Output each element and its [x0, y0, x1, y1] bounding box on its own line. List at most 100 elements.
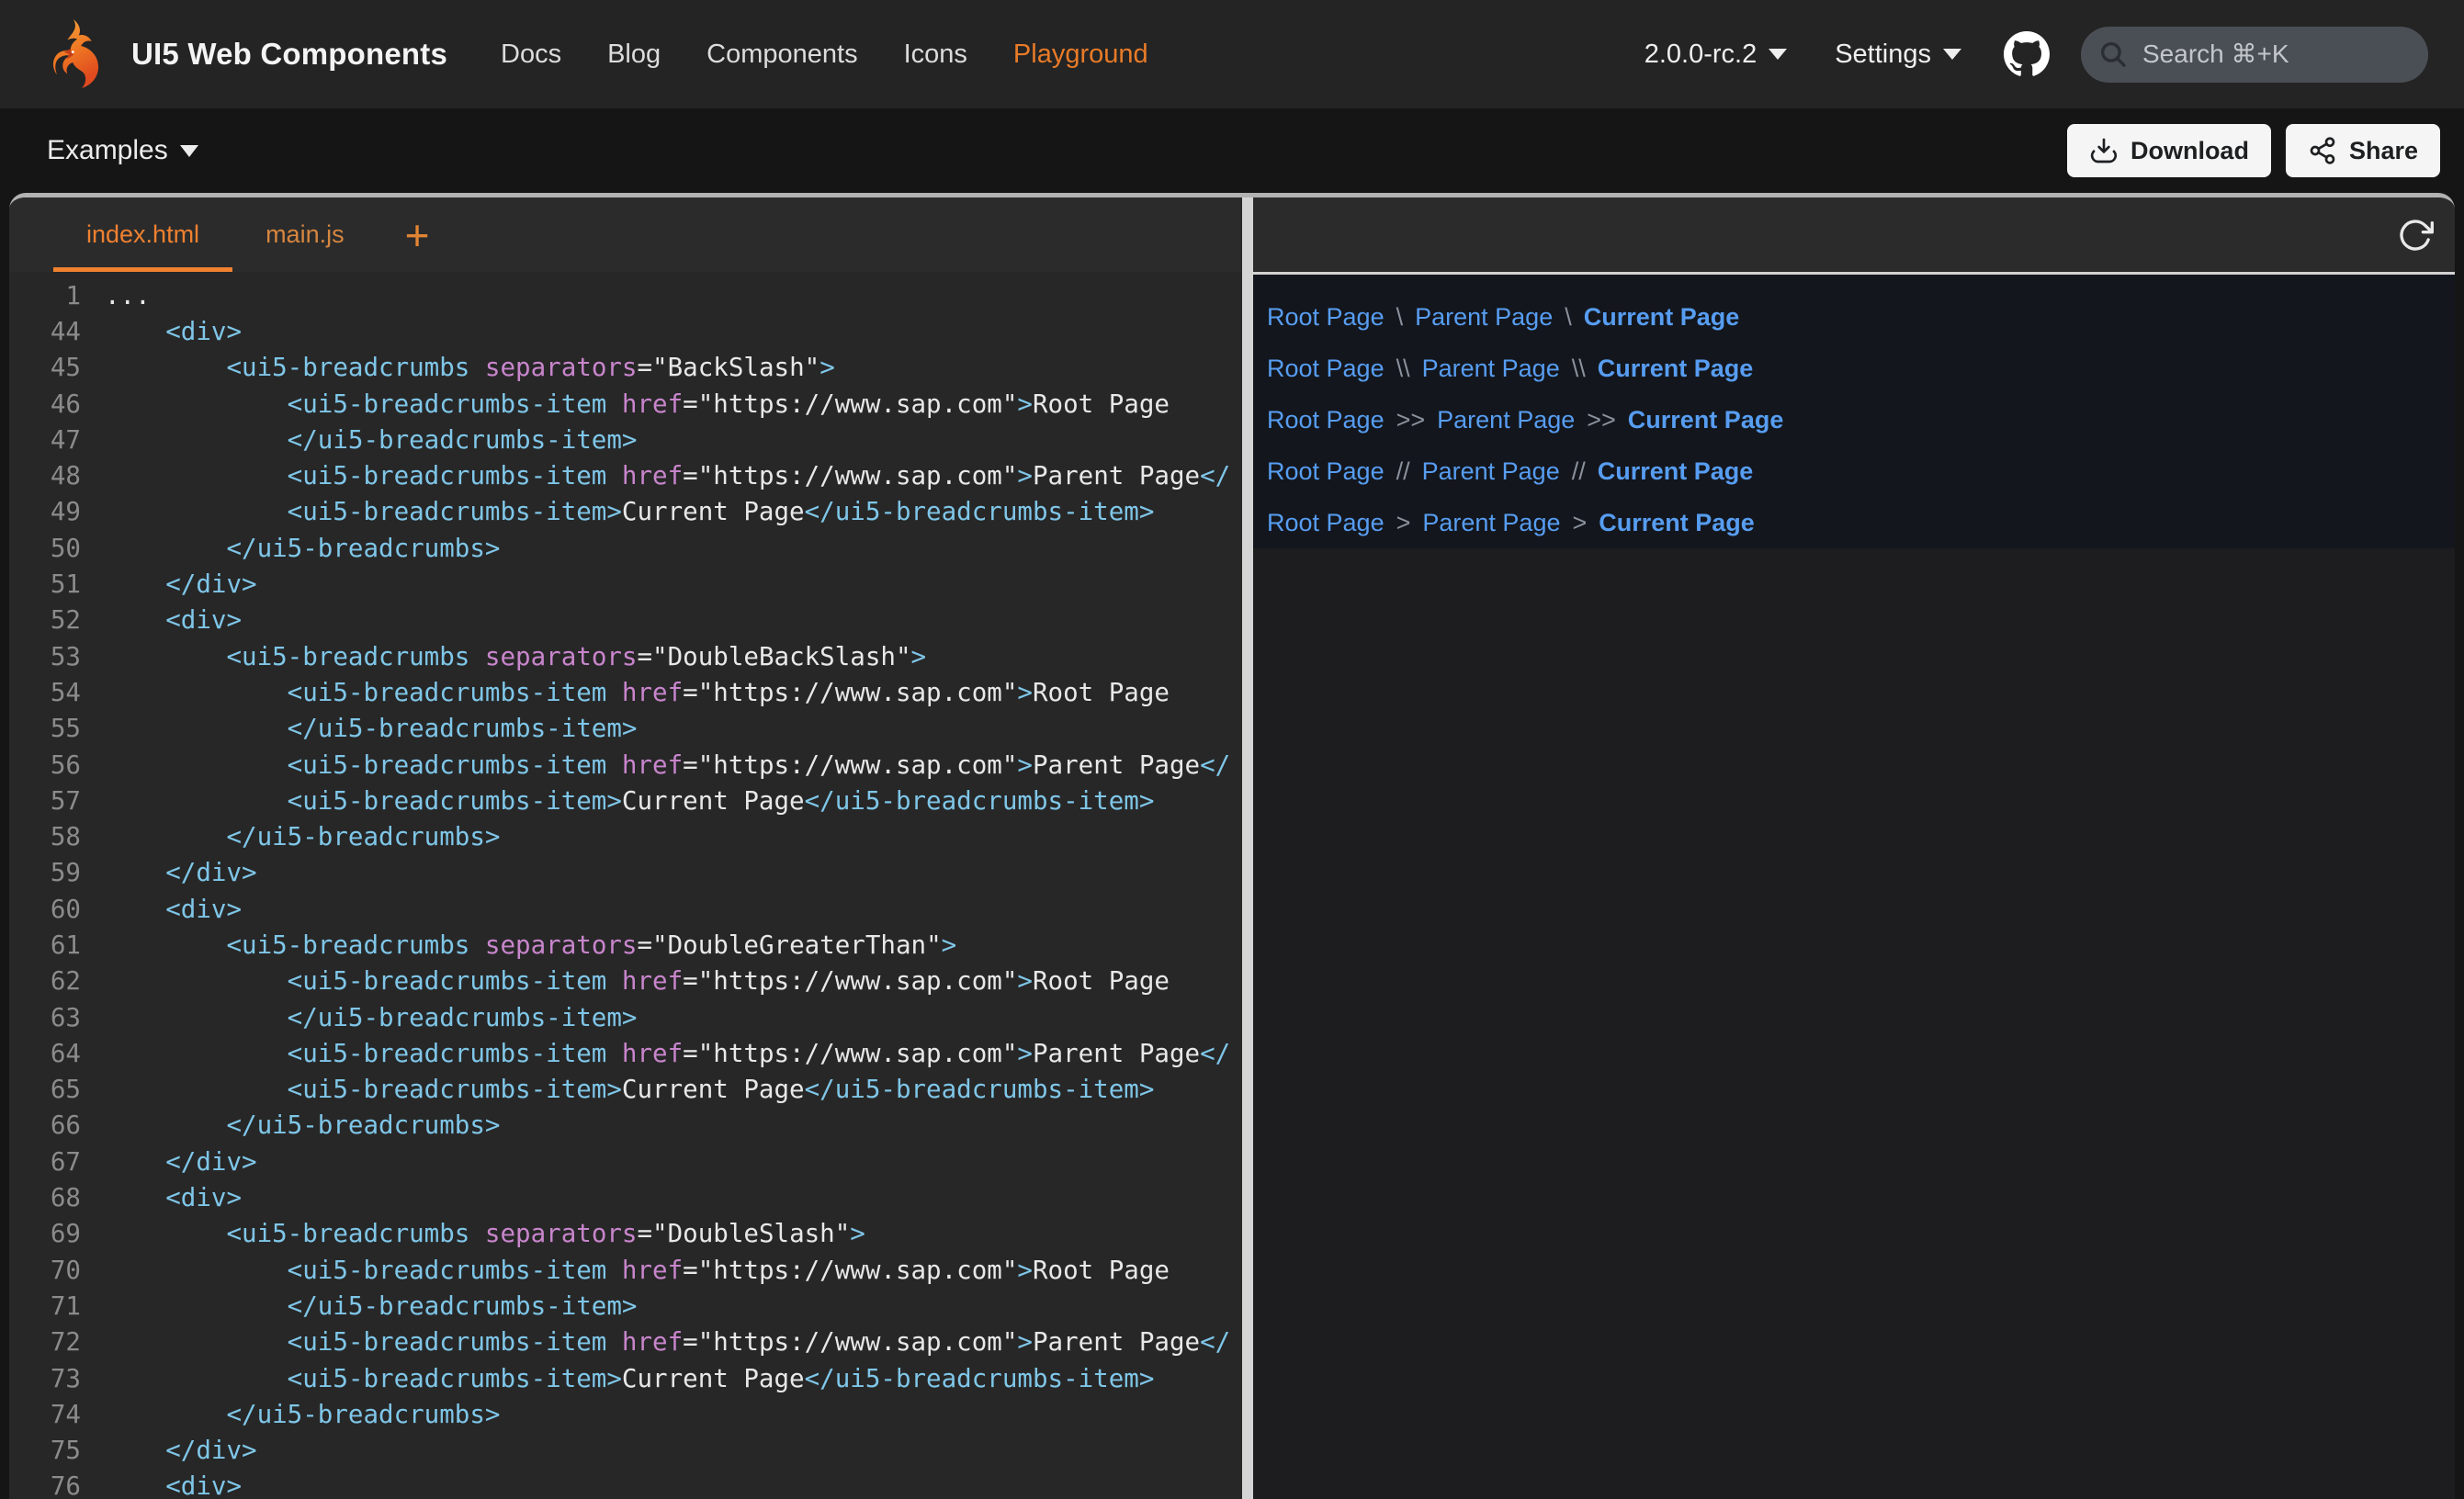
- breadcrumb-link[interactable]: Parent Page: [1437, 406, 1575, 434]
- code-token: </div>: [105, 1147, 257, 1177]
- code-line: 60 <div>: [9, 891, 1242, 927]
- code-token: ="DoubleSlash": [638, 1219, 851, 1248]
- code-area[interactable]: 1...44 <div>45 <ui5-breadcrumbs separato…: [9, 272, 1242, 1499]
- brand[interactable]: UI5 Web Components: [36, 17, 447, 92]
- code-token: separators: [485, 930, 638, 960]
- breadcrumb-link[interactable]: Root Page: [1267, 303, 1385, 332]
- github-link[interactable]: [2004, 31, 2050, 77]
- settings-menu[interactable]: Settings: [1835, 39, 1961, 70]
- nav-blog[interactable]: Blog: [607, 39, 661, 70]
- code-token: Current Page: [622, 786, 805, 816]
- code-line: 73 <ui5-breadcrumbs-item>Current Page</u…: [9, 1360, 1242, 1396]
- line-number: 48: [9, 461, 81, 490]
- breadcrumb-separator: //: [1572, 457, 1586, 486]
- nav-playground[interactable]: Playground: [1013, 39, 1148, 70]
- code-text: </ui5-breadcrumbs>: [105, 1110, 500, 1140]
- code-token: >: [911, 642, 927, 671]
- code-token: href: [622, 1256, 683, 1285]
- code-text: <ui5-breadcrumbs-item href="https://www.…: [105, 1327, 1230, 1357]
- nav-components[interactable]: Components: [706, 39, 857, 70]
- code-text: <ui5-breadcrumbs-item href="https://www.…: [105, 966, 1170, 996]
- code-line: 54 <ui5-breadcrumbs-item href="https://w…: [9, 674, 1242, 710]
- line-number: 61: [9, 930, 81, 960]
- breadcrumb-link[interactable]: Root Page: [1267, 457, 1385, 486]
- breadcrumb-separator: \: [1396, 303, 1404, 332]
- code-line: 72 <ui5-breadcrumbs-item href="https://w…: [9, 1324, 1242, 1360]
- code-line: 67 </div>: [9, 1144, 1242, 1179]
- examples-dropdown[interactable]: Examples: [47, 135, 198, 166]
- line-number: 55: [9, 714, 81, 743]
- code-token: >: [1017, 678, 1033, 707]
- search-input[interactable]: [2141, 39, 2412, 70]
- code-text: </div>: [105, 858, 257, 887]
- refresh-button[interactable]: [2396, 216, 2435, 254]
- line-number: 49: [9, 497, 81, 526]
- share-button[interactable]: Share: [2286, 124, 2440, 177]
- code-token: <ui5-breadcrumbs-item>: [105, 1364, 622, 1393]
- code-token: <ui5-breadcrumbs-item: [105, 461, 622, 490]
- line-number: 72: [9, 1327, 81, 1357]
- code-line: 62 <ui5-breadcrumbs-item href="https://w…: [9, 964, 1242, 999]
- breadcrumb-link[interactable]: Parent Page: [1422, 355, 1560, 383]
- code-token: <ui5-breadcrumbs-item: [105, 1256, 622, 1285]
- code-token: >: [819, 353, 835, 382]
- code-text: <ui5-breadcrumbs-item href="https://www.…: [105, 750, 1230, 780]
- pane-resizer[interactable]: [1242, 197, 1253, 1499]
- code-token: <ui5-breadcrumbs-item>: [105, 786, 622, 816]
- code-token: </ui5-breadcrumbs-item>: [105, 714, 637, 743]
- breadcrumb-link[interactable]: Root Page: [1267, 406, 1385, 434]
- code-text: </div>: [105, 569, 257, 599]
- preview-empty-area: [1253, 548, 2455, 1499]
- code-token: </ui5-breadcrumbs-item>: [105, 1291, 637, 1321]
- code-token: </ui5-breadcrumbs>: [105, 534, 500, 563]
- github-icon: [2004, 31, 2050, 77]
- breadcrumb-link[interactable]: Parent Page: [1422, 457, 1560, 486]
- breadcrumb-link[interactable]: Parent Page: [1415, 303, 1553, 332]
- code-token: </ui5-breadcrumbs>: [105, 1110, 500, 1140]
- code-line: 65 <ui5-breadcrumbs-item>Current Page</u…: [9, 1072, 1242, 1108]
- search-box[interactable]: [2081, 27, 2428, 83]
- code-token: href: [622, 966, 683, 996]
- code-text: <ui5-breadcrumbs separators="DoubleSlash…: [105, 1219, 865, 1248]
- nav-icons[interactable]: Icons: [904, 39, 967, 70]
- code-token: <ui5-breadcrumbs: [105, 930, 485, 960]
- line-number: 64: [9, 1039, 81, 1068]
- brand-title: UI5 Web Components: [131, 37, 447, 72]
- code-text: <div>: [105, 1471, 242, 1499]
- line-number: 76: [9, 1471, 81, 1499]
- code-line: 66 </ui5-breadcrumbs>: [9, 1108, 1242, 1144]
- code-token: </div>: [105, 569, 257, 599]
- breadcrumb-link[interactable]: Parent Page: [1422, 509, 1560, 537]
- code-token: ="DoubleGreaterThan": [638, 930, 942, 960]
- line-number: 54: [9, 678, 81, 707]
- code-token: Current Page: [622, 1364, 805, 1393]
- editor-pane: index.html main.js + 1...44 <div>45 <ui5…: [9, 197, 1242, 1499]
- chevron-down-icon: [180, 145, 198, 157]
- code-token: Root Page: [1033, 389, 1170, 419]
- code-line: 45 <ui5-breadcrumbs separators="BackSlas…: [9, 350, 1242, 386]
- breadcrumb-current: Current Page: [1598, 355, 1754, 383]
- tab-index-html[interactable]: index.html: [53, 197, 232, 272]
- line-number: 47: [9, 425, 81, 455]
- code-text: <ui5-breadcrumbs-item>Current Page</ui5-…: [105, 786, 1154, 816]
- code-token: <ui5-breadcrumbs-item: [105, 678, 622, 707]
- code-text: <ui5-breadcrumbs-item href="https://www.…: [105, 1256, 1170, 1285]
- code-token: <ui5-breadcrumbs-item>: [105, 1075, 622, 1104]
- line-number: 52: [9, 605, 81, 635]
- tab-main-js[interactable]: main.js: [232, 197, 378, 272]
- code-token: >: [1017, 389, 1033, 419]
- code-token: Current Page: [622, 1075, 805, 1104]
- code-token: ="https://www.sap.com": [683, 678, 1017, 707]
- version-selector[interactable]: 2.0.0-rc.2: [1645, 39, 1788, 70]
- download-button[interactable]: Download: [2067, 124, 2271, 177]
- add-file-button[interactable]: +: [405, 197, 430, 272]
- code-text: </ui5-breadcrumbs-item>: [105, 1291, 637, 1321]
- breadcrumb-link[interactable]: Root Page: [1267, 355, 1385, 383]
- code-token: ="https://www.sap.com": [683, 750, 1017, 780]
- breadcrumb-row: Root Page>Parent Page>Current Page: [1267, 497, 2455, 548]
- code-token: Current Page: [622, 497, 805, 526]
- breadcrumb-link[interactable]: Root Page: [1267, 509, 1385, 537]
- nav-docs[interactable]: Docs: [501, 39, 561, 70]
- breadcrumb-separator: >>: [1587, 406, 1616, 434]
- code-line: 75 </div>: [9, 1433, 1242, 1469]
